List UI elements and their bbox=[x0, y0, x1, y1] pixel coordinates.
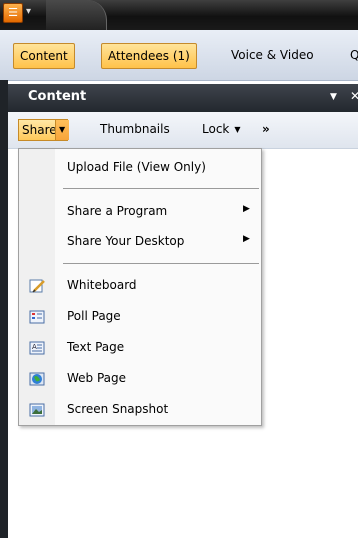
thumbnails-button[interactable]: Thumbnails bbox=[100, 122, 170, 136]
screen-snapshot-icon bbox=[29, 403, 45, 417]
menu-item-label: Poll Page bbox=[67, 309, 121, 323]
menu-item-upload-file[interactable]: Upload File (View Only) bbox=[19, 155, 261, 181]
tab-attendees-label: Attendees (1) bbox=[108, 49, 190, 63]
more-label: » bbox=[262, 122, 270, 136]
close-icon[interactable]: ✕ bbox=[350, 89, 358, 103]
menu-item-share-desktop[interactable]: Share Your Desktop ▶ bbox=[19, 229, 261, 255]
chevron-down-icon: ▼ bbox=[59, 125, 66, 134]
chevron-down-icon[interactable]: ▼ bbox=[330, 92, 337, 102]
share-dropdown-toggle[interactable]: ▼ bbox=[55, 120, 69, 140]
menu-item-label: Whiteboard bbox=[67, 278, 137, 292]
more-toolbar-button[interactable]: » bbox=[262, 122, 270, 136]
content-toolbar: Share ▼ Thumbnails Lock ▼ » bbox=[8, 112, 358, 149]
menu-item-label: Screen Snapshot bbox=[67, 402, 169, 416]
chevron-down-icon: ▼ bbox=[234, 125, 241, 134]
thumbnails-label: Thumbnails bbox=[100, 122, 170, 136]
lock-label: Lock bbox=[202, 122, 230, 136]
title-tab bbox=[46, 0, 107, 30]
menu-item-text-page[interactable]: A Text Page bbox=[19, 335, 261, 361]
menu-item-web-page[interactable]: Web Page bbox=[19, 366, 261, 392]
web-page-icon bbox=[29, 372, 45, 386]
menu-separator bbox=[63, 188, 259, 189]
svg-text:A: A bbox=[32, 343, 37, 351]
share-button-label: Share bbox=[22, 123, 57, 137]
share-button[interactable]: Share ▼ bbox=[18, 119, 69, 141]
menu-item-screen-snapshot[interactable]: Screen Snapshot bbox=[19, 397, 261, 423]
tab-voice-video-label: Voice & Video bbox=[231, 48, 314, 62]
menu-item-poll-page[interactable]: Poll Page bbox=[19, 304, 261, 330]
quick-access-arrow-icon[interactable]: ▾ bbox=[26, 6, 31, 18]
menu-item-label: Upload File (View Only) bbox=[67, 160, 206, 174]
tab-voice-video[interactable]: Voice & Video bbox=[225, 43, 320, 69]
menu-item-share-program[interactable]: Share a Program ▶ bbox=[19, 199, 261, 225]
menu-separator bbox=[63, 263, 259, 264]
whiteboard-icon bbox=[29, 279, 45, 293]
menu-item-whiteboard[interactable]: Whiteboard bbox=[19, 273, 261, 299]
menu-item-label: Share a Program bbox=[67, 204, 168, 218]
menu-item-label: Text Page bbox=[67, 340, 125, 354]
pane-title: Content bbox=[28, 89, 87, 104]
pane-border bbox=[0, 80, 8, 538]
tab-content-label: Content bbox=[20, 49, 68, 63]
poll-page-icon bbox=[29, 310, 45, 324]
main-tab-bar: Content Attendees (1) Voice & Video Q bbox=[0, 30, 358, 81]
share-dropdown-menu: Upload File (View Only) Share a Program … bbox=[18, 148, 262, 426]
tab-attendees[interactable]: Attendees (1) bbox=[101, 43, 197, 69]
tab-more[interactable]: Q bbox=[344, 43, 358, 69]
menu-item-label: Share Your Desktop bbox=[67, 234, 185, 248]
content-pane-header: Content ▼ ✕ bbox=[8, 84, 358, 112]
title-bar: ☰ ▾ bbox=[0, 0, 358, 30]
tab-more-label: Q bbox=[350, 48, 358, 62]
lock-button[interactable]: Lock ▼ bbox=[202, 122, 241, 136]
text-page-icon: A bbox=[29, 341, 45, 355]
app-icon[interactable]: ☰ bbox=[3, 3, 23, 23]
submenu-arrow-icon: ▶ bbox=[243, 204, 250, 214]
menu-item-label: Web Page bbox=[67, 371, 127, 385]
tab-content[interactable]: Content bbox=[13, 43, 75, 69]
submenu-arrow-icon: ▶ bbox=[243, 234, 250, 244]
